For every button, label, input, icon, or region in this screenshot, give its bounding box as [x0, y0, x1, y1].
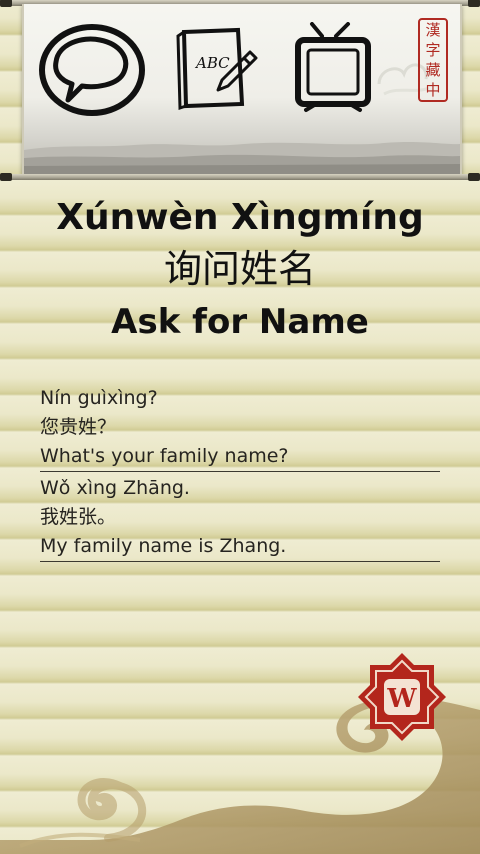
- speech-bubble-icon: [39, 24, 145, 116]
- phrase-english: What's your family name?: [40, 445, 289, 467]
- seal-char-2: 字: [425, 40, 441, 59]
- top-banner: ABC 漢 字 藏 中: [22, 4, 462, 174]
- scroll-cap-bottom-right: [468, 173, 480, 181]
- phrase-item[interactable]: Wǒ xìng Zhāng. 我姓张。 My family name is Zh…: [40, 474, 440, 562]
- phrase-hanzi: 我姓张。: [40, 506, 117, 528]
- phrase-hanzi: 您贵姓？: [40, 416, 117, 438]
- mountain-landscape: [24, 142, 460, 174]
- phrase-pinyin: Nín guìxìng?: [40, 387, 158, 409]
- phrase-item[interactable]: Nín guìxìng? 您贵姓？ What's your family nam…: [40, 384, 440, 472]
- scroll-cap-bottom-left: [0, 173, 12, 181]
- red-seal-stamp: 漢 字 藏 中: [418, 18, 448, 102]
- dialogue-list: Nín guìxìng? 您贵姓？ What's your family nam…: [40, 384, 440, 564]
- lesson-title-pinyin: Xúnwèn Xìngmíng: [56, 197, 424, 238]
- brush-notebook-icon: ABC: [176, 27, 258, 111]
- app-logo-button[interactable]: W: [356, 651, 448, 743]
- scroll-cap-left: [0, 0, 12, 7]
- lesson-title: Xúnwèn Xìngmíng 询问姓名 Ask for Name: [0, 196, 480, 344]
- writing-tab[interactable]: ABC: [174, 22, 258, 112]
- lesson-title-english: Ask for Name: [111, 302, 369, 342]
- tv-icon: [295, 22, 371, 112]
- notebook-abc-label: ABC: [194, 54, 230, 72]
- scroll-cap-right: [468, 0, 480, 7]
- phrase-english: My family name is Zhang.: [40, 535, 287, 557]
- lesson-title-hanzi: 询问姓名: [163, 247, 316, 291]
- phrase-pinyin: Wǒ xìng Zhāng.: [40, 477, 190, 499]
- scroll-rod-bottom: [0, 174, 480, 180]
- app-logo-icon: W: [358, 653, 446, 741]
- conversation-tab[interactable]: [38, 22, 146, 118]
- seal-char-4: 中: [425, 80, 441, 99]
- video-tab[interactable]: [292, 22, 376, 116]
- seal-char-1: 漢: [425, 20, 441, 39]
- seal-char-3: 藏: [425, 60, 441, 79]
- logo-letter: W: [386, 684, 417, 714]
